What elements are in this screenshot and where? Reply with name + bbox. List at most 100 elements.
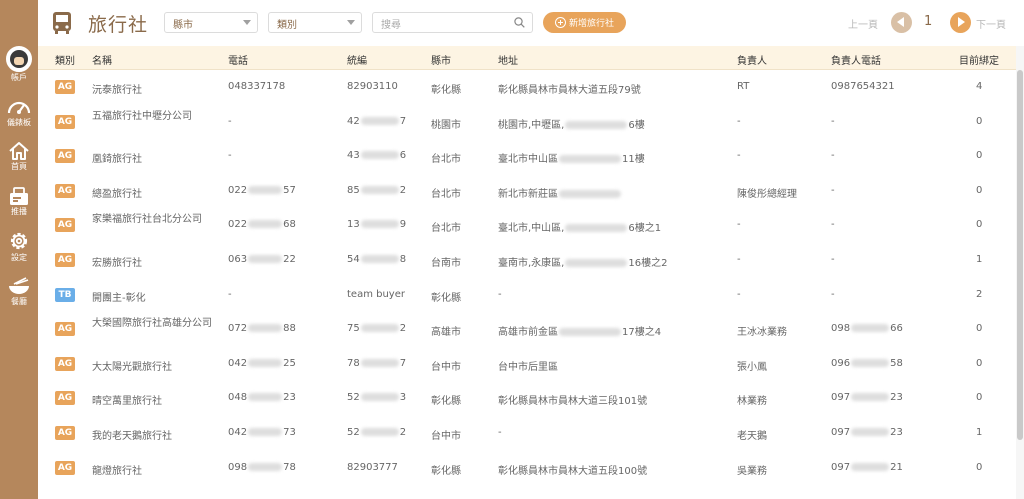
col-name[interactable]: 名稱 [92,52,112,67]
cell-address-text: 新北市新莊區 [498,188,558,200]
table-row[interactable]: AG 凰錡旅行社 - 43 6 台北市 臺北市中山區 11樓 - - 0 [38,139,1016,174]
cell-owner: 張小鳳 [737,358,767,373]
cell-owner-text: 陳俊彤總經理 [737,188,797,200]
prev-page-button[interactable] [891,12,912,33]
cell-bound-count: 4 [976,81,983,92]
table-row[interactable]: AG 大榮國際旅行社高雄分公司 072 88 75 2 高雄市 高雄市前金區 17樓之4 王冰冰業… [38,312,1016,347]
cell-bound-count: 0 [976,115,983,127]
category-badge: AG [55,218,75,233]
cell-phone: 048337178 [228,81,285,92]
sidebar-item-dashboard[interactable]: 儀錶板 [0,97,38,128]
col-tax-id[interactable]: 統編 [347,52,367,67]
col-owner-phone[interactable]: 負責人電話 [831,52,881,67]
avatar [6,46,32,72]
cell-owner-phone: - [831,150,835,161]
cell-tax-id-tail: 8 [399,254,407,265]
cell-tax-id: 82903777 [347,462,398,473]
category-select[interactable]: 類別 [268,12,362,33]
table-row[interactable]: AG 沅泰旅行社 048337178 82903110 彰化縣 彰化縣員林市員林大道五段7… [38,70,1016,105]
table-row[interactable]: AG 宏勝旅行社 063 22 54 8 台南市 臺南市,永康區, 16樓之2 - - 1 [38,243,1016,278]
table-row[interactable]: AG 晴空萬里旅行社 048 23 52 3 彰化縣 彰化縣員林市員林大道三段101號 林業務 0… [38,381,1016,416]
header: 旅行社 縣市 類別 搜尋 新增旅行社 上一頁 1 下一頁 [38,0,1024,46]
cell-tax-id: 42 7 [347,116,406,127]
category-badge: AG [55,391,75,406]
cell-owner-text: 張小鳳 [737,361,767,373]
cell-owner-phone-text: 096 [831,357,851,369]
cell-owner-phone-tail: 23 [890,427,903,438]
cell-address: - [498,289,502,300]
next-page-label[interactable]: 下一頁 [976,16,1006,31]
col-address[interactable]: 地址 [498,52,518,67]
search-icon[interactable] [514,17,525,28]
cell-name-text: 凰錡旅行社 [92,154,142,166]
table-row[interactable]: TB 開團主-彰化 - team buyer 彰化縣 - - - 2 [38,278,1016,313]
cell-county: 台北市 [431,150,461,165]
cell-phone-text: 022 [228,184,248,196]
cell-county: 彰化縣 [431,289,461,304]
cell-county-text: 彰化縣 [431,465,461,477]
cell-address: 台中市后里區 [498,358,558,373]
category-badge: AG [55,460,75,475]
cell-owner: - [737,254,741,265]
col-bound[interactable]: 目前綁定 [959,52,999,67]
cell-tax-id: 85 2 [347,185,406,196]
scrollbar[interactable] [1016,46,1024,499]
redacted-mask [559,155,621,164]
sidebar-item-label: 首頁 [11,162,27,171]
push-icon [10,187,28,205]
cell-owner-text: 王冰冰業務 [737,327,787,339]
cell-tax-id-tail: 9 [399,219,407,231]
cell-owner-phone: - [831,185,835,196]
cell-phone-tail: 78 [283,461,296,473]
cell-address: 臺北市,中山區, 6樓之1 [498,219,661,234]
col-owner[interactable]: 負責人 [737,52,767,67]
redacted-mask [248,220,283,229]
table-row[interactable]: AG 大太陽光觀旅行社 042 25 78 7 台中市 台中市后里區 張小鳳 096 58 0 [38,347,1016,382]
cell-owner: 陳俊彤總經理 [737,185,797,200]
cell-address-text: 桃園市,中壢區, [498,119,565,131]
cell-tax-id-text: 85 [347,184,360,196]
next-page-button[interactable] [950,12,971,33]
redacted-mask [559,189,621,198]
chevron-down-icon [347,20,355,25]
cell-owner-phone-tail: 23 [890,392,903,404]
category-badge: AG [55,322,75,337]
scrollbar-thumb[interactable] [1017,70,1023,440]
col-phone[interactable]: 電話 [228,52,248,67]
redacted-mask [851,358,890,367]
arrow-right-icon [958,17,965,27]
cell-bound-count: 0 [976,219,983,231]
sidebar-item-settings[interactable]: 設定 [0,230,38,263]
cell-name: 晴空萬里旅行社 [92,392,162,407]
sidebar-item-restaurant[interactable]: 餐廳 [0,276,38,307]
table-row[interactable]: AG 五福旅行社中壢分公司 - 42 7 桃園市 桃園市,中壢區, 6樓 - - 0 [38,105,1016,140]
redacted-mask [360,358,399,367]
table-row[interactable]: AG 我的老天鵝旅行社 042 73 52 2 台中市 - 老天鵝 097 23 1 [38,416,1016,451]
cell-address-text: - [498,427,502,438]
table-row[interactable]: AG 龍燈旅行社 098 78 82903777 彰化縣 彰化縣員林市員林大道五段100號 吳… [38,451,1016,486]
dashboard-icon [7,101,31,114]
sidebar: 帳戶 儀錶板 首頁 推播 設定 餐廳 [0,0,38,499]
sidebar-item-home[interactable]: 首頁 [0,141,38,172]
prev-page-label[interactable]: 上一頁 [848,16,878,31]
col-county[interactable]: 縣市 [431,52,451,67]
add-agency-button[interactable]: 新增旅行社 [543,12,626,33]
redacted-mask [360,151,399,160]
table-row[interactable]: AG 家樂福旅行社台北分公司 022 68 13 9 台北市 臺北市,中山區, 6樓之1 - - 0 [38,208,1016,243]
cell-name-text: 大榮國際旅行社高雄分公司 [92,318,212,330]
cell-tax-id-text: 42 [347,115,360,127]
sidebar-item-account[interactable]: 帳戶 [0,46,38,83]
county-select[interactable]: 縣市 [164,12,258,33]
cell-county-text: 彰化縣 [431,85,461,96]
cell-owner-text: - [737,150,741,162]
cell-tax-id: 13 9 [347,219,406,230]
cell-phone-tail: 73 [283,427,296,438]
add-agency-label: 新增旅行社 [568,19,614,29]
cell-tax-id-text: 52 [347,392,360,404]
search-input[interactable]: 搜尋 [372,12,533,33]
cell-tax-id-tail: 3 [399,392,407,404]
col-category[interactable]: 類別 [55,52,75,67]
cell-tax-id: 75 2 [347,323,406,334]
sidebar-item-push[interactable]: 推播 [0,186,38,217]
table-row[interactable]: AG 總盈旅行社 022 57 85 2 台北市 新北市新莊區 陳俊彤總經理 - 0 [38,174,1016,209]
